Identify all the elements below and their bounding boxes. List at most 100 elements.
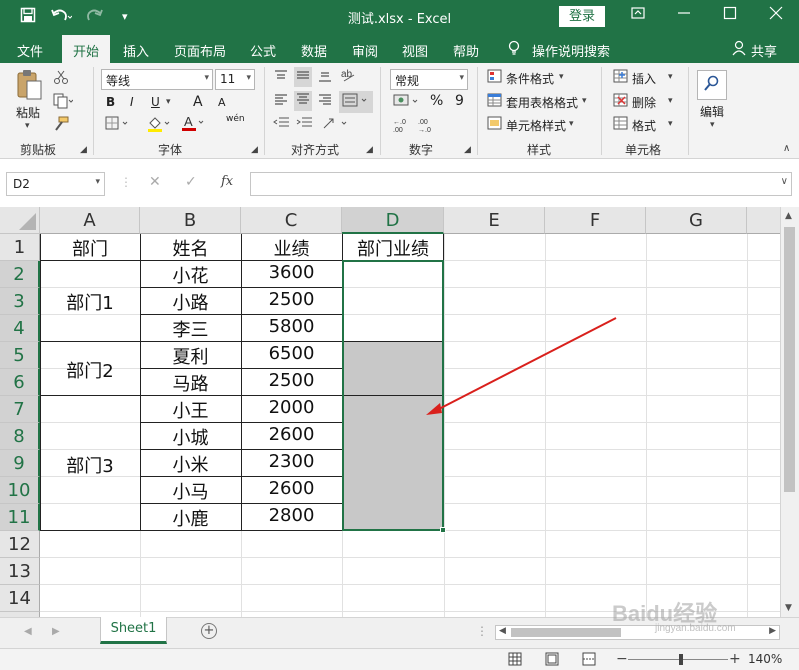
delete-cells-button[interactable]: 删除 bbox=[632, 94, 656, 111]
scroll-right-icon[interactable]: ▶ bbox=[769, 626, 776, 636]
wrap-text-icon[interactable] bbox=[339, 91, 373, 113]
tab-home[interactable]: 开始 bbox=[62, 35, 111, 63]
page-layout-view-icon[interactable] bbox=[545, 652, 559, 669]
number-format-combo[interactable]: 常规 ▾ bbox=[390, 69, 468, 90]
merge-center-icon[interactable] bbox=[321, 115, 351, 135]
tab-view[interactable]: 视图 bbox=[402, 41, 428, 60]
grow-font-button[interactable]: A bbox=[193, 94, 203, 110]
tell-me-search[interactable]: 操作说明搜索 bbox=[532, 41, 610, 60]
scroll-left-icon[interactable]: ◀ bbox=[499, 626, 506, 636]
accounting-format-icon[interactable] bbox=[393, 93, 423, 113]
format-painter-icon[interactable] bbox=[53, 116, 69, 136]
tab-formulas[interactable]: 公式 bbox=[250, 41, 276, 60]
align-center-icon[interactable] bbox=[294, 91, 312, 111]
tab-insert[interactable]: 插入 bbox=[123, 41, 149, 60]
zoom-slider[interactable] bbox=[628, 659, 728, 660]
zoom-out-icon[interactable]: − bbox=[616, 651, 628, 667]
delete-cells-dropdown-icon[interactable]: ▾ bbox=[668, 96, 673, 106]
sheet-tab-sheet1[interactable]: Sheet1 bbox=[100, 617, 167, 644]
delete-cells-icon[interactable] bbox=[613, 93, 629, 111]
insert-cells-dropdown-icon[interactable]: ▾ bbox=[668, 72, 673, 82]
tab-file[interactable]: 文件 bbox=[17, 41, 43, 60]
worksheet-grid[interactable]: A B C D E F G 1 2 3 4 5 6 7 8 9 10 11 12… bbox=[0, 207, 780, 617]
number-launcher-icon[interactable]: ◢ bbox=[464, 145, 471, 155]
increase-decimal-icon[interactable]: ←.0.00 bbox=[393, 116, 413, 138]
font-name-combo[interactable]: 等线 ▾ bbox=[101, 69, 213, 90]
collapse-ribbon-icon[interactable]: ∧ bbox=[783, 143, 790, 154]
align-top-icon[interactable] bbox=[273, 69, 289, 87]
cancel-entry-button[interactable]: ✕ bbox=[149, 174, 161, 190]
format-cells-button[interactable]: 格式 bbox=[632, 117, 656, 134]
cell-styles-button[interactable]: 单元格样式 bbox=[506, 117, 566, 134]
scroll-up-icon[interactable]: ▲ bbox=[785, 211, 792, 221]
search-icon[interactable] bbox=[697, 70, 727, 100]
minimize-icon[interactable] bbox=[674, 6, 694, 24]
format-cells-dropdown-icon[interactable]: ▾ bbox=[668, 119, 673, 129]
align-left-icon[interactable] bbox=[273, 93, 289, 111]
align-right-icon[interactable] bbox=[317, 93, 333, 111]
decrease-decimal-icon[interactable]: .00 →.0 bbox=[418, 116, 438, 138]
scroll-down-icon[interactable]: ▼ bbox=[785, 603, 792, 613]
conditional-format-button[interactable]: 条件格式 bbox=[506, 70, 554, 87]
increase-indent-icon[interactable] bbox=[296, 116, 314, 134]
font-launcher-icon[interactable]: ◢ bbox=[251, 145, 258, 155]
login-button[interactable]: 登录 bbox=[559, 6, 605, 27]
bold-button[interactable]: B bbox=[106, 95, 115, 109]
next-sheet-icon[interactable]: ▶ bbox=[52, 626, 60, 637]
format-table-icon[interactable] bbox=[487, 93, 503, 111]
close-icon[interactable] bbox=[766, 6, 786, 24]
underline-dropdown-icon[interactable]: ▾ bbox=[166, 97, 171, 107]
shrink-font-button[interactable]: A bbox=[218, 96, 226, 109]
tab-review[interactable]: 审阅 bbox=[352, 41, 378, 60]
percent-button[interactable]: % bbox=[430, 93, 443, 109]
zoom-in-icon[interactable]: + bbox=[729, 651, 741, 667]
align-bottom-icon[interactable] bbox=[317, 69, 333, 87]
borders-icon[interactable] bbox=[105, 116, 133, 136]
cell-styles-icon[interactable] bbox=[487, 116, 503, 134]
tab-split-grip-icon[interactable]: ⋮ bbox=[476, 624, 488, 638]
decrease-indent-icon[interactable] bbox=[273, 116, 291, 134]
underline-button[interactable]: U bbox=[151, 95, 160, 109]
phonetic-button[interactable]: wén bbox=[226, 114, 245, 124]
format-table-button[interactable]: 套用表格格式 bbox=[506, 94, 578, 111]
page-break-view-icon[interactable] bbox=[582, 652, 596, 669]
italic-button[interactable]: I bbox=[130, 95, 134, 109]
font-color-icon[interactable]: A bbox=[181, 114, 209, 136]
comma-button[interactable]: 9 bbox=[455, 93, 464, 109]
alignment-launcher-icon[interactable]: ◢ bbox=[366, 145, 373, 155]
zoom-slider-thumb[interactable] bbox=[679, 654, 683, 665]
horizontal-scroll-thumb[interactable] bbox=[511, 628, 621, 637]
font-size-combo[interactable]: 11 ▾ bbox=[215, 69, 255, 90]
orientation-icon[interactable]: ab bbox=[340, 67, 362, 89]
tab-data[interactable]: 数据 bbox=[301, 41, 327, 60]
cut-icon[interactable] bbox=[53, 69, 69, 89]
editing-button[interactable]: 编辑 bbox=[700, 103, 724, 120]
paste-label[interactable]: 粘贴 bbox=[16, 104, 40, 121]
maximize-icon[interactable] bbox=[720, 6, 740, 24]
ribbon-display-icon[interactable] bbox=[628, 6, 648, 24]
format-cells-icon[interactable] bbox=[613, 116, 629, 134]
name-box-dropdown-icon[interactable]: ▾ bbox=[95, 177, 100, 187]
name-box[interactable]: D2 ▾ bbox=[6, 172, 105, 196]
cell-styles-dropdown-icon[interactable]: ▾ bbox=[569, 119, 574, 129]
vertical-scroll-thumb[interactable] bbox=[784, 227, 795, 492]
paste-icon[interactable] bbox=[15, 69, 43, 105]
conditional-format-icon[interactable] bbox=[487, 69, 503, 87]
share-button[interactable]: 共享 bbox=[751, 41, 777, 60]
editing-dropdown-icon[interactable]: ▾ bbox=[710, 120, 715, 130]
prev-sheet-icon[interactable]: ◀ bbox=[24, 626, 32, 637]
insert-function-button[interactable]: fx bbox=[221, 174, 233, 189]
conditional-format-dropdown-icon[interactable]: ▾ bbox=[559, 72, 564, 82]
align-middle-icon[interactable] bbox=[294, 67, 312, 87]
add-sheet-icon[interactable]: + bbox=[201, 623, 217, 639]
vertical-scrollbar[interactable]: ▲ ▼ bbox=[780, 207, 799, 617]
tab-help[interactable]: 帮助 bbox=[453, 41, 479, 60]
insert-cells-button[interactable]: 插入 bbox=[632, 70, 656, 87]
expand-formula-icon[interactable]: ∨ bbox=[781, 176, 788, 187]
clipboard-launcher-icon[interactable]: ◢ bbox=[80, 145, 87, 155]
zoom-level[interactable]: 140% bbox=[748, 652, 782, 666]
insert-cells-icon[interactable] bbox=[613, 69, 629, 87]
copy-icon[interactable] bbox=[53, 93, 74, 113]
normal-view-icon[interactable] bbox=[508, 652, 522, 669]
fill-color-icon[interactable] bbox=[147, 115, 175, 137]
